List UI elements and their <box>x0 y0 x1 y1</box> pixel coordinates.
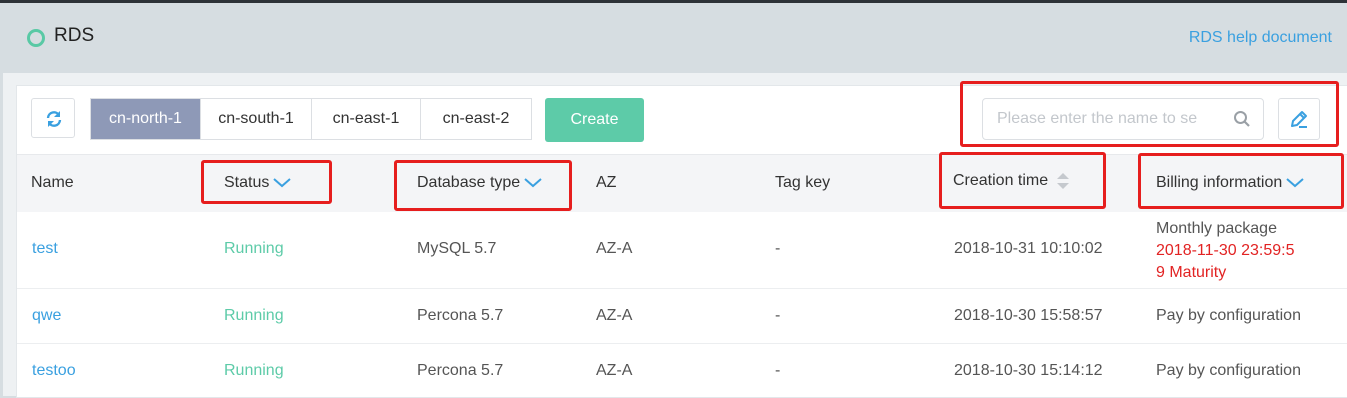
chevron-down-icon[interactable] <box>524 178 542 188</box>
rds-logo-icon <box>27 29 45 47</box>
billing-type-text: Pay by configuration <box>1156 362 1301 379</box>
az-text: AZ-A <box>596 240 633 257</box>
help-document-link[interactable]: RDS help document <box>1189 29 1332 47</box>
az-text: AZ-A <box>596 307 633 324</box>
creation-time-text: 2018-10-31 10:10:02 <box>954 240 1103 257</box>
status-text: Running <box>224 240 284 257</box>
table-row: test Running MySQL 5.7 AZ-A - 2018-10-31… <box>17 212 1347 289</box>
status-text: Running <box>224 362 284 379</box>
column-header-database-type-label: Database type <box>417 174 521 191</box>
database-type-text: MySQL 5.7 <box>417 240 497 257</box>
instance-name-link[interactable]: test <box>32 240 58 258</box>
search-input[interactable]: Please enter the name to se <box>997 110 1217 128</box>
creation-time-text: 2018-10-30 15:58:57 <box>954 307 1103 324</box>
column-header-az: AZ <box>596 174 617 191</box>
page-header: RDS RDS help document <box>0 3 1347 71</box>
region-tabs: cn-north-1 cn-south-1 cn-east-1 cn-east-… <box>90 98 532 140</box>
column-header-database-type[interactable]: Database type <box>417 174 542 192</box>
region-tab-cn-south-1[interactable]: cn-south-1 <box>201 99 312 139</box>
instance-name-link[interactable]: testoo <box>32 362 76 380</box>
database-type-text: Percona 5.7 <box>417 362 504 379</box>
column-header-billing-information-label: Billing information <box>1156 174 1283 191</box>
edit-columns-button[interactable] <box>1278 98 1320 140</box>
database-type-text: Percona 5.7 <box>417 307 504 324</box>
column-header-tag-key: Tag key <box>775 174 831 191</box>
create-button[interactable]: Create <box>545 98 644 142</box>
column-header-status[interactable]: Status <box>224 174 292 192</box>
column-header-creation-time-label: Creation time <box>953 172 1049 190</box>
billing-type-text: Monthly package <box>1156 220 1277 237</box>
billing-info: Monthly package 2018-11-30 23:59:5 9 Mat… <box>1156 218 1294 284</box>
tag-key-text: - <box>775 307 781 324</box>
page-title: RDS <box>54 25 95 46</box>
instance-name-link[interactable]: qwe <box>32 307 61 325</box>
table-row: qwe Running Percona 5.7 AZ-A - 2018-10-3… <box>17 289 1347 344</box>
search-icon[interactable] <box>1233 110 1251 128</box>
table-row: testoo Running Percona 5.7 AZ-A - 2018-1… <box>17 344 1347 396</box>
chevron-down-icon[interactable] <box>1286 178 1304 188</box>
column-header-creation-time[interactable]: Creation time <box>953 172 1070 190</box>
billing-expiry-text: 2018-11-30 23:59:5 <box>1156 242 1295 259</box>
column-header-name: Name <box>31 174 74 191</box>
refresh-icon <box>46 111 62 127</box>
column-header-billing-information[interactable]: Billing information <box>1156 174 1304 192</box>
az-text: AZ-A <box>596 362 633 379</box>
refresh-button[interactable] <box>31 98 75 138</box>
tag-key-text: - <box>775 240 781 257</box>
region-tab-cn-east-2[interactable]: cn-east-2 <box>421 99 531 139</box>
creation-time-text: 2018-10-30 15:14:12 <box>954 362 1103 379</box>
billing-expiry-text: 9 Maturity <box>1156 264 1227 281</box>
chevron-down-icon[interactable] <box>273 178 292 188</box>
table-header: Name Status Database type AZ Tag key Cre… <box>17 154 1347 213</box>
billing-type-text: Pay by configuration <box>1156 307 1301 324</box>
column-header-status-label: Status <box>224 174 270 191</box>
edit-icon <box>1291 111 1307 128</box>
sort-icon[interactable] <box>1056 172 1070 190</box>
region-tab-cn-north-1[interactable]: cn-north-1 <box>91 99 201 139</box>
region-tab-cn-east-1[interactable]: cn-east-1 <box>312 99 421 139</box>
search-field[interactable]: Please enter the name to se <box>982 98 1264 140</box>
tag-key-text: - <box>775 362 781 379</box>
status-text: Running <box>224 307 284 324</box>
